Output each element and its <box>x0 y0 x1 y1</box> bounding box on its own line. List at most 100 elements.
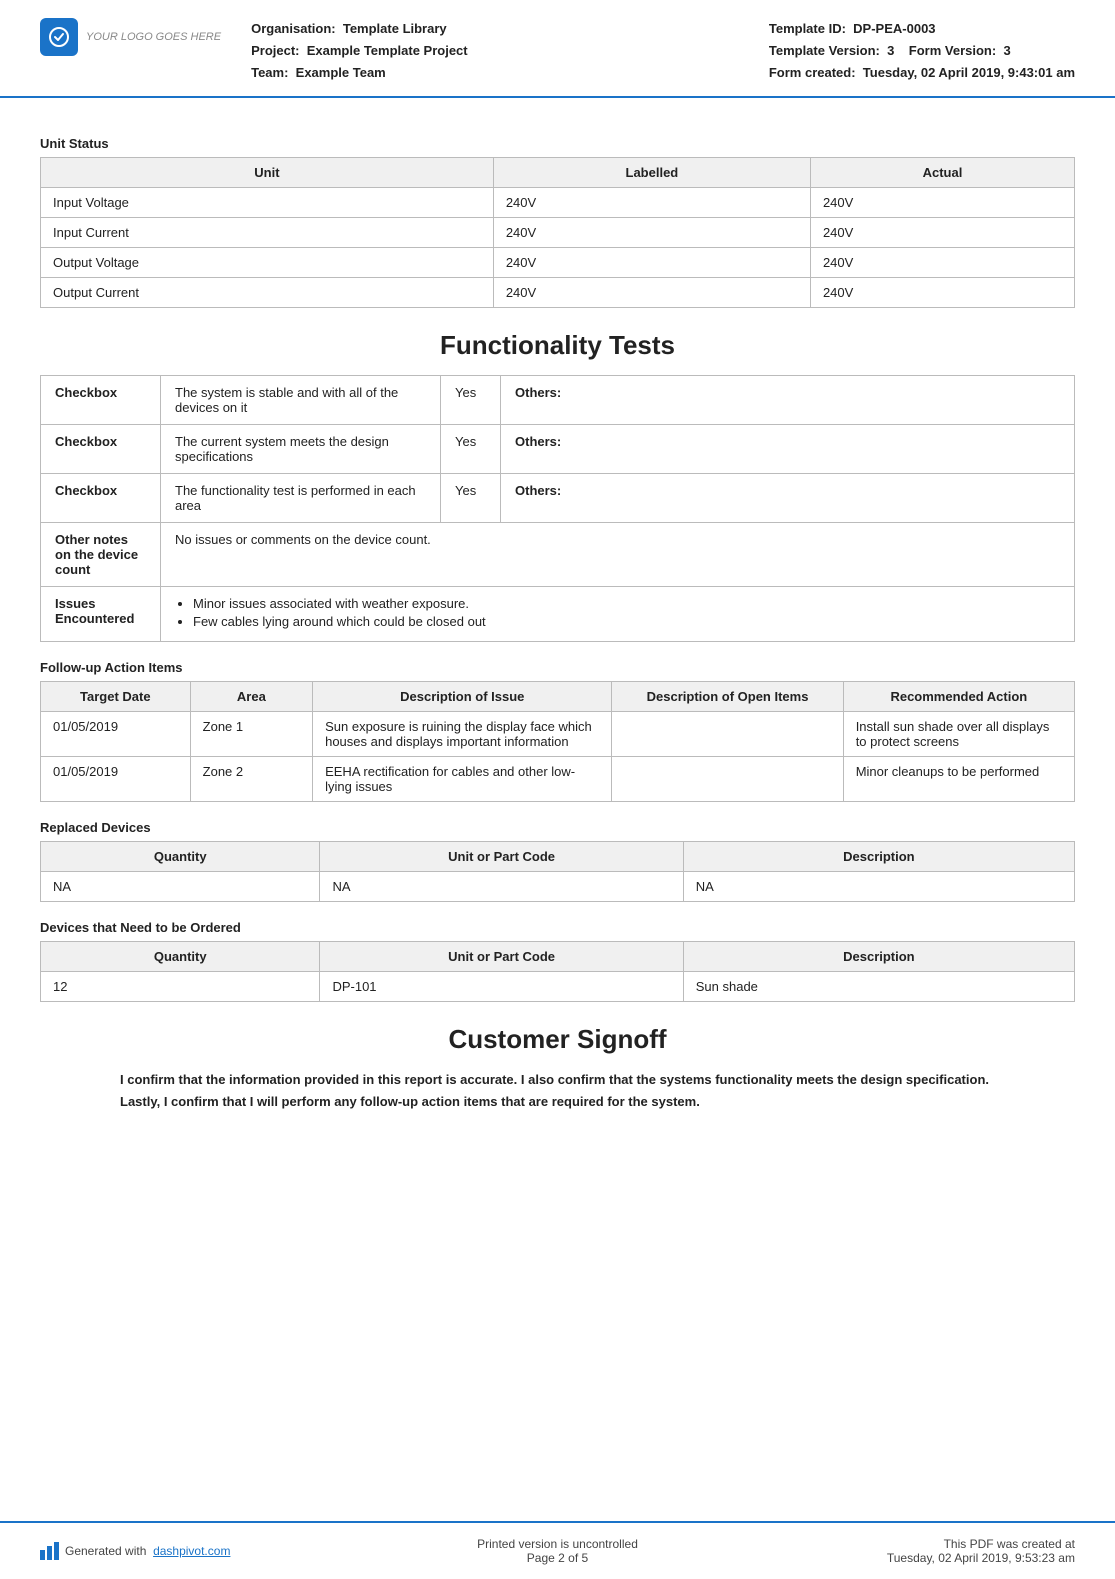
form-version-value: 3 <box>1003 43 1010 58</box>
func-description: The system is stable and with all of the… <box>161 376 441 425</box>
followup-cell-area: Zone 1 <box>190 712 312 757</box>
table-row: 01/05/2019Zone 2EEHA rectification for c… <box>41 757 1075 802</box>
header: YOUR LOGO GOES HERE Organisation: Templa… <box>0 0 1115 98</box>
bar3 <box>54 1542 59 1560</box>
unit-status-label: Unit Status <box>40 136 1075 151</box>
replaced-devices-label: Replaced Devices <box>40 820 1075 835</box>
table-cell: Input Current <box>41 218 494 248</box>
content: Unit Status Unit Labelled Actual Input V… <box>0 98 1115 1521</box>
table-row: 12DP-101Sun shade <box>41 972 1075 1002</box>
table-cell: Sun shade <box>683 972 1074 1002</box>
table-cell: DP-101 <box>320 972 683 1002</box>
customer-signoff-text: I confirm that the information provided … <box>40 1069 1075 1113</box>
followup-table: Target Date Area Description of Issue De… <box>40 681 1075 802</box>
footer-generated-text: Generated with dashpivot.com <box>65 1544 230 1558</box>
table-row: Output Voltage240V240V <box>41 248 1075 278</box>
unit-status-table: Unit Labelled Actual Input Voltage240V24… <box>40 157 1075 308</box>
bar2 <box>47 1546 52 1560</box>
footer-right: This PDF was created at Tuesday, 02 Apri… <box>855 1537 1075 1565</box>
issues-value: Minor issues associated with weather exp… <box>161 587 1075 642</box>
followup-cell-issue: Sun exposure is ruining the display face… <box>313 712 612 757</box>
team-label: Team: <box>251 65 288 80</box>
template-version-value: 3 <box>887 43 894 58</box>
func-description: The current system meets the design spec… <box>161 425 441 474</box>
table-cell: 240V <box>810 218 1074 248</box>
customer-signoff-title: Customer Signoff <box>40 1024 1075 1055</box>
table-cell: 240V <box>810 278 1074 308</box>
col-part-code: Unit or Part Code <box>320 842 683 872</box>
template-version-label: Template Version: <box>769 43 880 58</box>
followup-cell-open_items <box>612 757 843 802</box>
func-value: Yes <box>441 425 501 474</box>
table-cell: NA <box>683 872 1074 902</box>
table-row: Output Current240V240V <box>41 278 1075 308</box>
table-cell: 240V <box>493 218 810 248</box>
functionality-tests-table: CheckboxThe system is stable and with al… <box>40 375 1075 642</box>
col-labelled: Labelled <box>493 158 810 188</box>
followup-header: Target Date Area Description of Issue De… <box>41 682 1075 712</box>
func-type: Checkbox <box>41 474 161 523</box>
replaced-devices-table: Quantity Unit or Part Code Description N… <box>40 841 1075 902</box>
replaced-devices-body: NANANA <box>41 872 1075 902</box>
issues-label: Issues Encountered <box>41 587 161 642</box>
func-value: Yes <box>441 376 501 425</box>
col-description: Description <box>683 842 1074 872</box>
project-label: Project: <box>251 43 299 58</box>
devices-ordered-label: Devices that Need to be Ordered <box>40 920 1075 935</box>
org-value: Template Library <box>343 21 447 36</box>
footer-uncontrolled-line1: Printed version is uncontrolled <box>477 1537 638 1551</box>
table-cell: 240V <box>493 188 810 218</box>
footer-created-line2: Tuesday, 02 April 2019, 9:53:23 am <box>855 1551 1075 1565</box>
unit-status-body: Input Voltage240V240VInput Current240V24… <box>41 188 1075 308</box>
col-unit: Unit <box>41 158 494 188</box>
func-others: Others: <box>501 474 1075 523</box>
header-meta: Organisation: Template Library Project: … <box>251 18 769 84</box>
footer-center: Printed version is uncontrolled Page 2 o… <box>477 1537 638 1565</box>
footer: Generated with dashpivot.com Printed ver… <box>0 1521 1115 1579</box>
issues-list: Minor issues associated with weather exp… <box>175 596 1060 629</box>
table-cell: Output Current <box>41 278 494 308</box>
footer-logo-icon <box>40 1542 59 1560</box>
table-cell: Input Voltage <box>41 188 494 218</box>
col-part-code-ordered: Unit or Part Code <box>320 942 683 972</box>
followup-cell-area: Zone 2 <box>190 757 312 802</box>
table-row: Input Current240V240V <box>41 218 1075 248</box>
devices-ordered-table: Quantity Unit or Part Code Description 1… <box>40 941 1075 1002</box>
table-row: NANANA <box>41 872 1075 902</box>
followup-cell-action: Install sun shade over all displays to p… <box>843 712 1074 757</box>
followup-body: 01/05/2019Zone 1Sun exposure is ruining … <box>41 712 1075 802</box>
table-cell: NA <box>320 872 683 902</box>
func-test-row: CheckboxThe current system meets the des… <box>41 425 1075 474</box>
followup-cell-issue: EEHA rectification for cables and other … <box>313 757 612 802</box>
col-quantity: Quantity <box>41 842 320 872</box>
followup-cell-open_items <box>612 712 843 757</box>
devices-ordered-header: Quantity Unit or Part Code Description <box>41 942 1075 972</box>
other-notes-value: No issues or comments on the device coun… <box>161 523 1075 587</box>
col-actual: Actual <box>810 158 1074 188</box>
col-issue: Description of Issue <box>313 682 612 712</box>
logo-block: YOUR LOGO GOES HERE <box>40 18 221 56</box>
logo-text: YOUR LOGO GOES HERE <box>86 31 221 43</box>
func-description: The functionality test is performed in e… <box>161 474 441 523</box>
dashpivot-link[interactable]: dashpivot.com <box>153 1544 230 1558</box>
list-item: Minor issues associated with weather exp… <box>193 596 1060 611</box>
org-label: Organisation: <box>251 21 336 36</box>
functionality-tests-title: Functionality Tests <box>40 330 1075 361</box>
project-value: Example Template Project <box>307 43 468 58</box>
col-area: Area <box>190 682 312 712</box>
func-tests-body: CheckboxThe system is stable and with al… <box>41 376 1075 642</box>
followup-cell-date: 01/05/2019 <box>41 712 191 757</box>
func-type: Checkbox <box>41 376 161 425</box>
template-id-value: DP-PEA-0003 <box>853 21 935 36</box>
replaced-devices-header: Quantity Unit or Part Code Description <box>41 842 1075 872</box>
func-test-row: CheckboxThe system is stable and with al… <box>41 376 1075 425</box>
table-cell: 240V <box>810 248 1074 278</box>
form-created-label: Form created: <box>769 65 856 80</box>
table-cell: 240V <box>493 278 810 308</box>
col-quantity-ordered: Quantity <box>41 942 320 972</box>
other-notes-row: Other notes on the device countNo issues… <box>41 523 1075 587</box>
header-right: Template ID: DP-PEA-0003 Template Versio… <box>769 18 1075 84</box>
followup-cell-action: Minor cleanups to be performed <box>843 757 1074 802</box>
footer-created-line1: This PDF was created at <box>855 1537 1075 1551</box>
followup-cell-date: 01/05/2019 <box>41 757 191 802</box>
